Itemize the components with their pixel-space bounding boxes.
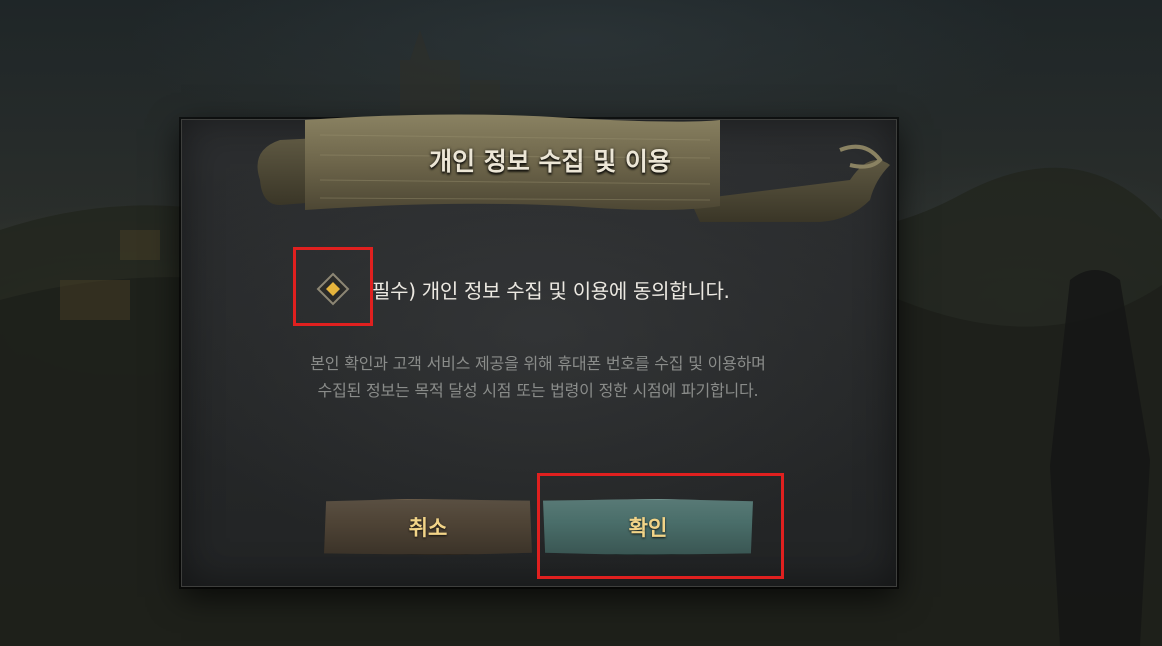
dialog-title: 개인 정보 수집 및 이용 <box>429 147 671 176</box>
confirm-button[interactable]: 확인 <box>543 499 753 555</box>
cancel-button-label: 취소 <box>408 516 448 540</box>
consent-checkbox[interactable] <box>316 272 350 306</box>
title-banner: 개인 정보 수집 및 이용 <box>250 110 894 230</box>
diamond-checkbox-icon <box>316 272 350 306</box>
notice-line: 수집된 정보는 목적 달성 시점 또는 법령이 정한 시점에 파기합니다. <box>317 381 759 400</box>
privacy-notice: 본인 확인과 고객 서비스 제공을 위해 휴대폰 번호를 수집 및 이용하며 수… <box>220 350 856 404</box>
confirm-button-label: 확인 <box>628 516 668 540</box>
cancel-button[interactable]: 취소 <box>324 499 532 555</box>
consent-label[interactable]: 필수) 개인 정보 수집 및 이용에 동의합니다. <box>372 275 730 304</box>
consent-row: 필수) 개인 정보 수집 및 이용에 동의합니다. <box>316 270 730 308</box>
notice-line: 본인 확인과 고객 서비스 제공을 위해 휴대폰 번호를 수집 및 이용하며 <box>310 354 766 373</box>
